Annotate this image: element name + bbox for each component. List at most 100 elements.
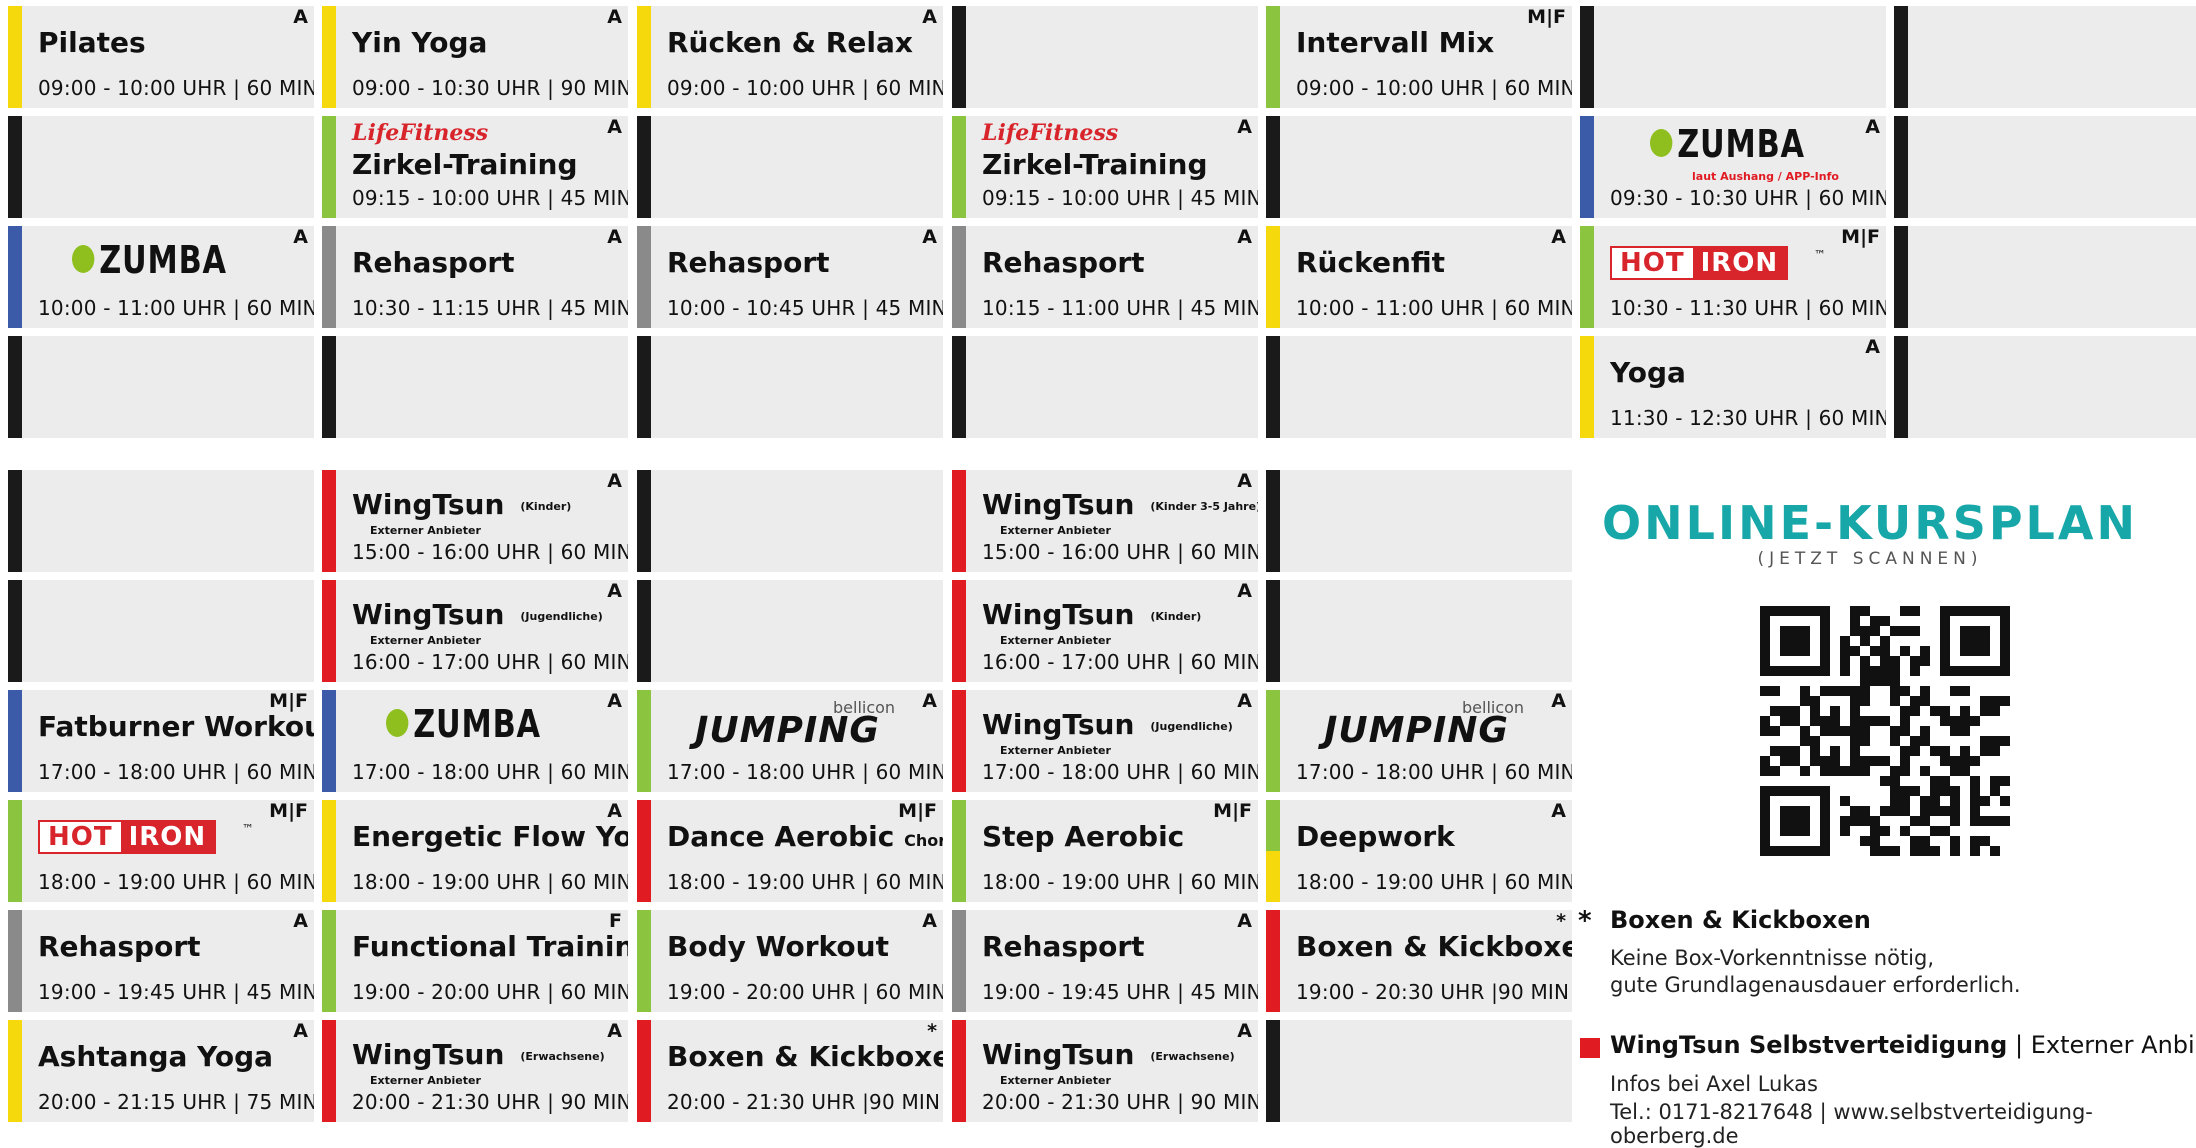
wingtsun-title: WingTsun bbox=[982, 598, 1135, 631]
course-badge: A bbox=[607, 1020, 622, 1042]
course-title-text: Boxen & Kickboxen bbox=[667, 1040, 943, 1073]
course-title: Intervall Mix bbox=[1296, 26, 1494, 59]
course-badge: A bbox=[922, 6, 937, 28]
legend-wingtsun-name: WingTsun Selbstverteidigung bbox=[1610, 1031, 2008, 1059]
course-title: Yoga bbox=[1610, 356, 1686, 389]
course-title-text: Ashtanga Yoga bbox=[38, 1040, 274, 1073]
course-cell: A ZUMBA 17:00 - 18:00 UHR | 60 MIN bbox=[322, 690, 628, 792]
course-cell: AEnergetic Flow Yoga 18:00 - 19:00 UHR | … bbox=[322, 800, 628, 902]
course-time: 11:30 - 12:30 UHR | 60 MIN bbox=[1610, 406, 1886, 430]
course-cell: M|F HOT IRON ™ 18:00 - 19:00 UHR | 60 MIN bbox=[8, 800, 314, 902]
jumping-logo: JUMPING bbox=[695, 710, 880, 751]
course-cell: A Yoga 11:30 - 12:30 UHR | 60 MIN bbox=[1580, 336, 1886, 438]
course-cell bbox=[637, 116, 943, 218]
category-bar bbox=[322, 580, 336, 682]
course-time: 09:30 - 10:30 UHR | 60 MIN bbox=[1610, 186, 1886, 210]
wingtsun-title: WingTsun bbox=[982, 1038, 1135, 1071]
course-badge: A bbox=[293, 1020, 308, 1042]
course-badge: A bbox=[293, 226, 308, 248]
course-time: 15:00 - 16:00 UHR | 60 MIN bbox=[352, 540, 628, 564]
course-title-text: Body Workout bbox=[667, 930, 889, 963]
course-title-text: Energetic Flow Yoga bbox=[352, 820, 628, 853]
course-title: WingTsun (Kinder 3-5 Jahre) bbox=[982, 488, 1258, 521]
course-cell: A Rücken & Relax 09:00 - 10:00 UHR | 60 MI… bbox=[637, 6, 943, 108]
course-time: 09:00 - 10:00 UHR | 60 MIN bbox=[667, 76, 943, 100]
external-provider-note: Externer Anbieter bbox=[370, 634, 481, 647]
course-title-text: Intervall Mix bbox=[1296, 26, 1495, 59]
zumba-logo-icon bbox=[72, 244, 95, 273]
course-title-text: Deepwork bbox=[1296, 820, 1455, 853]
course-badge: A bbox=[1237, 580, 1252, 602]
hot-iron-logo: HOT IRON bbox=[1610, 246, 1789, 280]
wingtsun-title: WingTsun bbox=[352, 1038, 505, 1071]
course-badge: M|F bbox=[898, 800, 937, 822]
course-time: 16:00 - 17:00 UHR | 60 MIN bbox=[982, 650, 1258, 674]
course-cell: A Rehasport 19:00 - 19:45 UHR | 45 MIN bbox=[952, 910, 1258, 1012]
category-bar bbox=[1266, 336, 1280, 438]
course-time: 18:00 - 19:00 UHR | 60 MIN bbox=[352, 870, 628, 894]
course-cell bbox=[1266, 580, 1572, 682]
course-title-text: Rehasport bbox=[667, 246, 830, 279]
course-time: 09:00 - 10:00 UHR | 60 MIN bbox=[38, 76, 314, 100]
category-bar bbox=[8, 226, 22, 328]
course-badge: A bbox=[607, 226, 622, 248]
category-bar bbox=[8, 910, 22, 1012]
wingtsun-title: WingTsun bbox=[982, 708, 1135, 741]
hot-iron-logo-right: IRON bbox=[1692, 248, 1787, 278]
course-cell: Abellicon JUMPING 17:00 - 18:00 UHR | 60 M… bbox=[1266, 690, 1572, 792]
category-bar bbox=[1266, 580, 1280, 682]
course-time: 15:00 - 16:00 UHR | 60 MIN bbox=[982, 540, 1258, 564]
legend-wingtsun-title: WingTsun Selbstverteidigung | Externer A… bbox=[1610, 1031, 2196, 1059]
course-title: Dance Aerobic Choreo bbox=[667, 820, 943, 853]
course-title-text: Fatburner Workout bbox=[38, 710, 314, 743]
category-bar bbox=[1266, 800, 1280, 902]
category-bar bbox=[1266, 1020, 1280, 1122]
course-title: Boxen & Kickboxen bbox=[667, 1040, 943, 1073]
zumba-logo: ZUMBA bbox=[72, 238, 227, 282]
category-bar bbox=[8, 800, 22, 902]
course-title-text: Rücken & Relax bbox=[667, 26, 913, 59]
course-badge: A bbox=[922, 690, 937, 712]
course-title-text: Rehasport bbox=[982, 930, 1145, 963]
category-bar bbox=[637, 226, 651, 328]
course-time: 09:15 - 10:00 UHR | 45 MIN bbox=[982, 186, 1258, 210]
course-cell bbox=[637, 336, 943, 438]
course-time: 17:00 - 18:00 UHR | 60 MIN bbox=[667, 760, 943, 784]
lifefitness-logo: LifeFitness bbox=[352, 120, 489, 146]
course-cell bbox=[8, 580, 314, 682]
course-badge: A bbox=[607, 800, 622, 822]
trademark: ™ bbox=[242, 822, 254, 836]
course-cell bbox=[1266, 470, 1572, 572]
external-provider-note: Externer Anbieter bbox=[1000, 1074, 1111, 1087]
category-bar bbox=[1580, 116, 1594, 218]
course-cell: A WingTsun (Kinder) Externer Anbieter 15:00 … bbox=[322, 470, 628, 572]
course-title: Boxen & Kickboxen bbox=[1296, 930, 1572, 963]
course-time: 10:00 - 10:45 UHR | 45 MIN bbox=[667, 296, 943, 320]
course-badge: A bbox=[607, 470, 622, 492]
course-time: 09:00 - 10:00 UHR | 60 MIN bbox=[1296, 76, 1572, 100]
category-bar bbox=[1894, 226, 1908, 328]
course-cell: F Functional Training 19:00 - 20:00 UHR | … bbox=[322, 910, 628, 1012]
course-badge: A bbox=[293, 910, 308, 932]
course-time: 10:00 - 11:00 UHR | 60 MIN bbox=[38, 296, 314, 320]
course-cell: M|F Step Aerobic 18:00 - 19:00 UHR | 60 MI… bbox=[952, 800, 1258, 902]
course-cell: A WingTsun (Kinder 3-5 Jahre) Externer Anbi… bbox=[952, 470, 1258, 572]
course-cell bbox=[1580, 6, 1886, 108]
course-cell: A WingTsun (Jugendliche) Externer Anbieter 1… bbox=[952, 690, 1258, 792]
wingtsun-group: (Kinder) bbox=[1150, 609, 1202, 623]
course-cell bbox=[637, 580, 943, 682]
course-badge: A bbox=[1551, 800, 1566, 822]
category-bar bbox=[8, 116, 22, 218]
wingtsun-group: (Jugendliche) bbox=[520, 609, 603, 623]
external-provider-note: Externer Anbieter bbox=[370, 1074, 481, 1087]
course-title: Deepwork bbox=[1296, 820, 1455, 853]
course-cell: A LifeFitness Zirkel-Training 09:15 - 10:00… bbox=[322, 116, 628, 218]
qr-code[interactable] bbox=[1760, 606, 2010, 856]
course-title: Zirkel-Training bbox=[982, 148, 1208, 181]
course-time: 18:00 - 19:00 UHR | 60 MIN bbox=[982, 870, 1258, 894]
course-cell: A LifeFitness Zirkel-Training 09:15 - 10:00… bbox=[952, 116, 1258, 218]
course-cell bbox=[1894, 226, 2196, 328]
course-cell bbox=[1266, 116, 1572, 218]
legend-boxen-line1: Keine Box-Vorkenntnisse nötig, bbox=[1610, 946, 1935, 970]
course-title: WingTsun (Kinder) bbox=[352, 488, 571, 521]
